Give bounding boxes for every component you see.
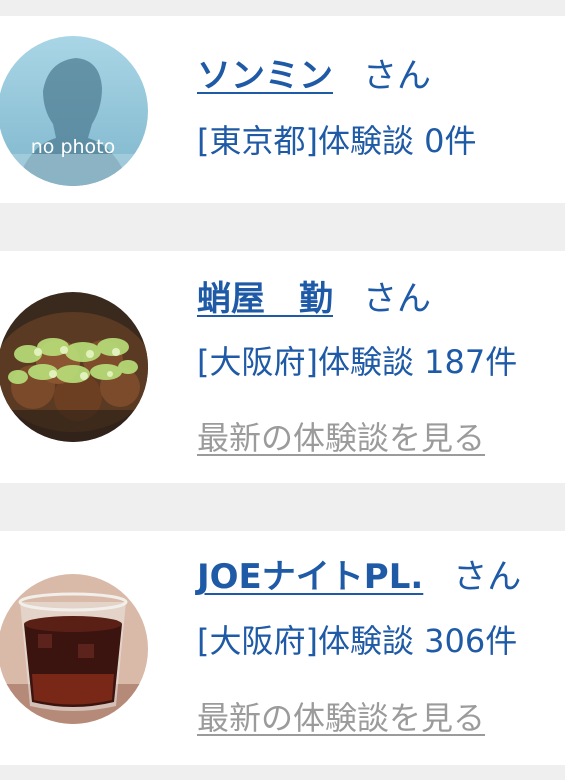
latest-reviews-link[interactable]: 最新の体験談を見る: [197, 698, 485, 738]
user-card: no photo ソンミン さん [東京都]体験談 0件: [0, 16, 565, 203]
user-prefecture-count: [大阪府]体験談 187件: [197, 343, 518, 381]
no-photo-label: no photo: [30, 136, 116, 158]
user-name-line: JOEナイトPL. さん: [197, 557, 521, 597]
avatar[interactable]: [0, 574, 148, 724]
avatar[interactable]: [0, 292, 148, 442]
latest-reviews-link[interactable]: 最新の体験談を見る: [197, 418, 485, 458]
avatar[interactable]: no photo: [0, 36, 148, 186]
no-photo-avatar-image: [0, 36, 148, 186]
iced-drink-photo-image: [0, 574, 148, 724]
takoyaki-photo-image: [0, 292, 148, 442]
honorific: さん: [363, 279, 431, 319]
honorific: さん: [453, 557, 522, 597]
user-name-line: ソンミン さん: [197, 56, 431, 96]
user-name-link[interactable]: JOEナイトPL.: [197, 557, 423, 597]
user-prefecture-count: [大阪府]体験談 306件: [197, 622, 518, 660]
user-name-link[interactable]: ソンミン: [197, 56, 333, 96]
user-card: 蛸屋 勤さん [大阪府]体験談 187件 最新の体験談を見る: [0, 251, 565, 483]
user-card: JOEナイトPL. さん [大阪府]体験談 306件 最新の体験談を見る: [0, 531, 565, 765]
user-name-link[interactable]: 蛸屋 勤: [197, 279, 333, 319]
user-prefecture-count: [東京都]体験談 0件: [197, 122, 477, 160]
user-name-line: 蛸屋 勤さん: [197, 279, 431, 319]
honorific: さん: [363, 56, 431, 96]
